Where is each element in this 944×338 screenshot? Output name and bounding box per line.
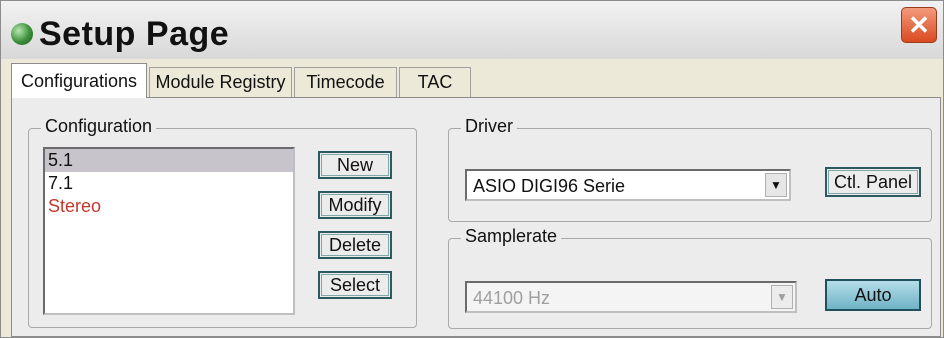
tab-panel: Configuration 5.1 7.1 Stereo New Modify … xyxy=(11,97,941,337)
driver-dropdown[interactable]: ASIO DIGI96 Serie ▼ xyxy=(465,169,791,201)
samplerate-group-label: Samplerate xyxy=(461,226,562,247)
samplerate-dropdown[interactable]: 44100 Hz ▼ xyxy=(465,281,797,313)
driver-group: Driver ASIO DIGI96 Serie ▼ Ctl. Panel xyxy=(448,116,932,222)
close-button[interactable]: ✕ xyxy=(901,7,937,43)
configuration-group: Configuration 5.1 7.1 Stereo New Modify … xyxy=(28,116,417,328)
control-panel-button[interactable]: Ctl. Panel xyxy=(825,167,921,197)
configuration-list[interactable]: 5.1 7.1 Stereo xyxy=(43,147,295,315)
tab-timecode[interactable]: Timecode xyxy=(294,67,397,97)
chevron-down-icon[interactable]: ▼ xyxy=(765,173,787,197)
tab-tac[interactable]: TAC xyxy=(399,67,471,97)
green-orb-icon xyxy=(11,23,33,45)
title-bar[interactable]: Setup Page ✕ xyxy=(1,1,943,59)
close-icon: ✕ xyxy=(908,9,930,40)
list-item-5-1[interactable]: 5.1 xyxy=(45,149,293,172)
tab-module-registry[interactable]: Module Registry xyxy=(149,67,292,97)
samplerate-dropdown-value: 44100 Hz xyxy=(473,288,551,308)
setup-window: Setup Page ✕ Configurations Module Regis… xyxy=(0,0,944,338)
chevron-down-icon[interactable]: ▼ xyxy=(771,285,793,309)
tab-configurations[interactable]: Configurations xyxy=(11,63,147,98)
driver-group-label: Driver xyxy=(461,116,517,137)
select-button[interactable]: Select xyxy=(318,271,392,299)
configuration-group-label: Configuration xyxy=(41,116,157,137)
new-button[interactable]: New xyxy=(318,151,392,179)
samplerate-group: Samplerate 44100 Hz ▼ Auto xyxy=(448,226,932,329)
window-title: Setup Page xyxy=(39,15,230,53)
delete-button[interactable]: Delete xyxy=(318,231,392,259)
auto-button[interactable]: Auto xyxy=(825,279,921,311)
list-item-stereo[interactable]: Stereo xyxy=(45,195,293,218)
modify-button[interactable]: Modify xyxy=(318,191,392,219)
driver-dropdown-value: ASIO DIGI96 Serie xyxy=(473,176,626,196)
list-item-7-1[interactable]: 7.1 xyxy=(45,172,293,195)
